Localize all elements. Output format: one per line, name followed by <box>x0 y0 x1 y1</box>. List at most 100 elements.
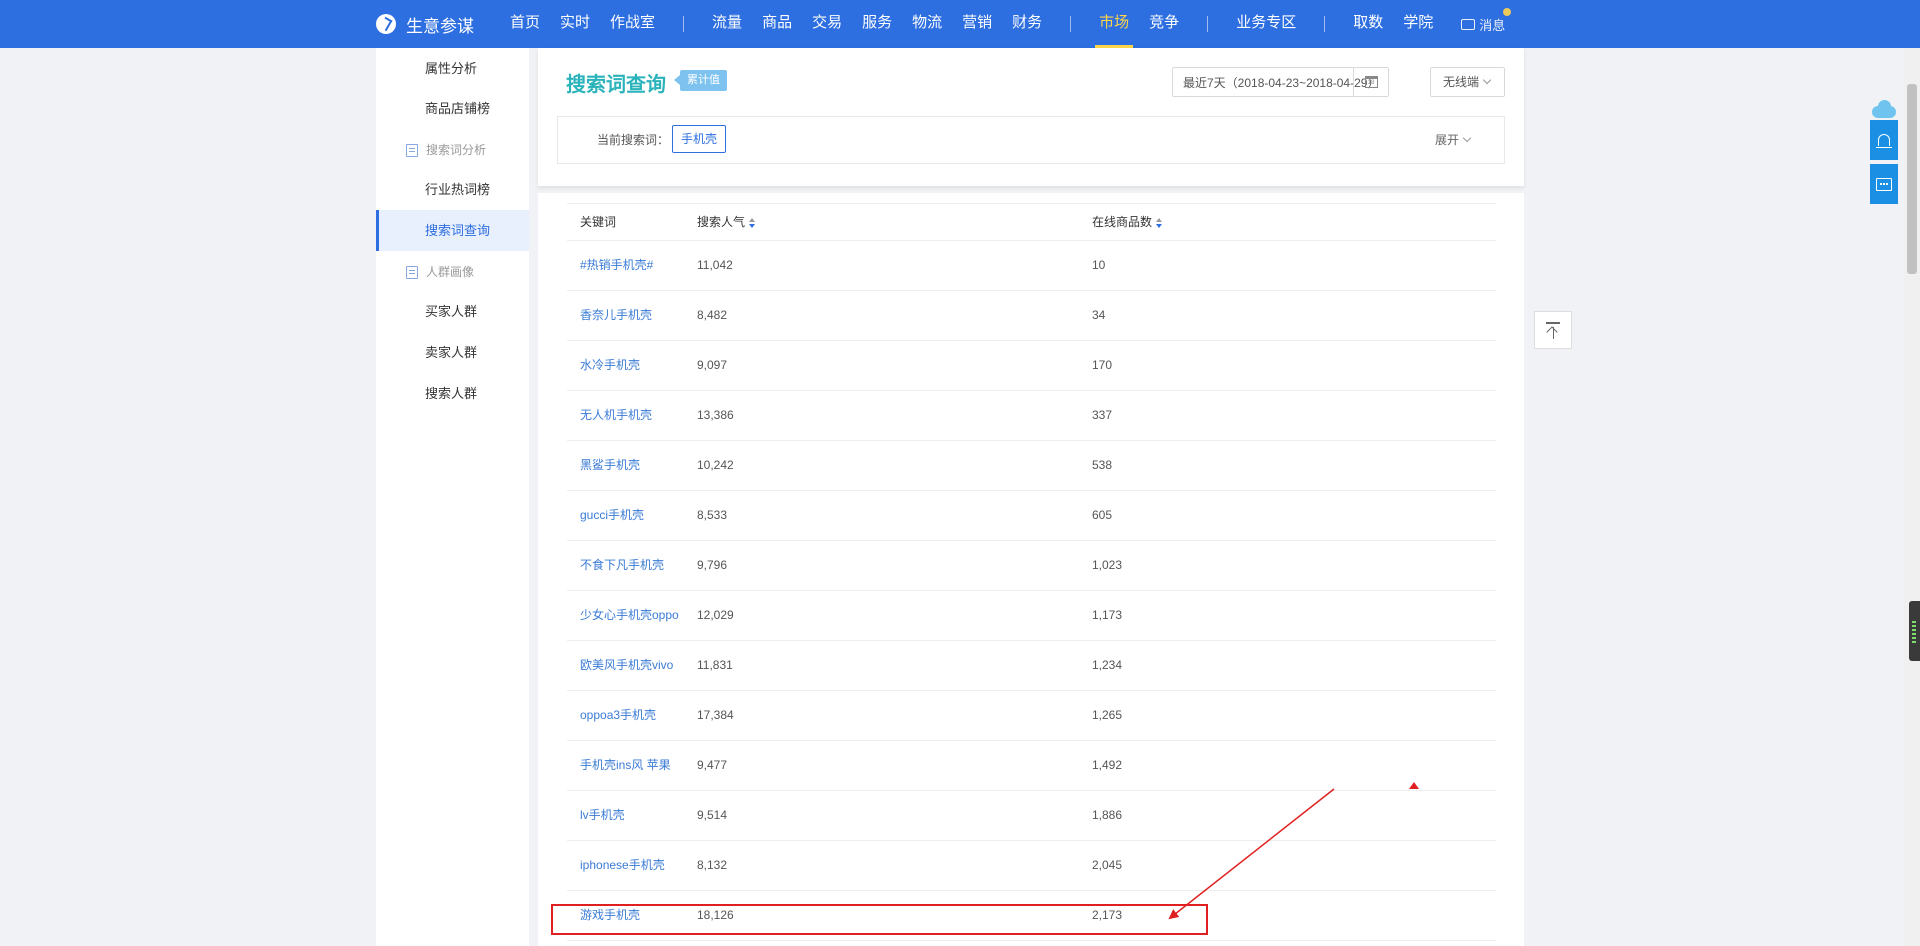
nav-separator <box>1324 16 1326 32</box>
search-popularity-value: 17,384 <box>697 708 734 722</box>
keyword-link[interactable]: 黑鲨手机壳 <box>580 441 640 490</box>
cloud-icon[interactable] <box>1870 98 1898 120</box>
column-header-search-popularity[interactable]: 搜索人气 <box>697 204 756 240</box>
highlight-box <box>551 904 1208 935</box>
column-header-keyword: 关键词 <box>580 215 617 229</box>
table-row: 水冷手机壳 9,097 170 <box>567 341 1496 391</box>
nav-item[interactable]: 财务 <box>1002 0 1052 48</box>
date-range-value: 最近7天（2018-04-23~2018-04-29） <box>1183 76 1380 90</box>
keyword-link[interactable]: 欧美风手机壳vivo <box>580 641 673 690</box>
online-products-value: 605 <box>1092 508 1113 522</box>
nav-item[interactable]: 流量 <box>702 0 752 48</box>
sidebar-item[interactable]: 买家人群 <box>376 291 529 332</box>
nav-item[interactable]: 实时 <box>550 0 600 48</box>
sort-icon[interactable] <box>1156 217 1163 228</box>
notification-button[interactable] <box>1870 120 1898 160</box>
document-icon <box>406 265 418 279</box>
table-row: lv手机壳 9,514 1,886 <box>567 791 1496 841</box>
search-popularity-value: 8,132 <box>697 858 728 872</box>
search-popularity-value: 8,482 <box>697 308 728 322</box>
nav-item[interactable]: 业务专区 <box>1226 0 1306 48</box>
nav-separator <box>1070 16 1072 32</box>
search-popularity-value: 12,029 <box>697 608 734 622</box>
table-row: iphonese手机壳 8,132 2,045 <box>567 841 1496 891</box>
online-products-value: 1,492 <box>1092 758 1123 772</box>
column-header-online-products[interactable]: 在线商品数 <box>1092 204 1163 240</box>
online-products-value: 34 <box>1092 308 1106 322</box>
online-products-value: 1,265 <box>1092 708 1123 722</box>
keyword-link[interactable]: 水冷手机壳 <box>580 341 640 390</box>
back-to-top-button[interactable] <box>1534 311 1572 349</box>
sidebar-item[interactable]: 搜索人群 <box>376 373 529 414</box>
nav-item[interactable]: 首页 <box>500 0 550 48</box>
online-products-value: 538 <box>1092 458 1113 472</box>
brand-name: 生意参谋 <box>406 16 474 36</box>
keyword-link[interactable]: iphonese手机壳 <box>580 841 665 890</box>
table-row: oppoa3手机壳 17,384 1,265 <box>567 691 1496 741</box>
sidebar-item[interactable]: 卖家人群 <box>376 332 529 373</box>
sidebar-group-label: 搜索词分析 <box>426 143 487 157</box>
search-popularity-value: 9,514 <box>697 808 728 822</box>
date-range-picker[interactable]: 最近7天（2018-04-23~2018-04-29） 18 <box>1172 67 1389 97</box>
scrollbar-thumb[interactable] <box>1907 84 1917 274</box>
table-row: #热销手机壳# 11,042 10 <box>567 241 1496 291</box>
expand-button[interactable]: 展开 <box>1435 117 1472 163</box>
search-term-tag[interactable]: 手机壳 <box>672 125 727 153</box>
document-icon <box>406 143 418 157</box>
online-products-value: 170 <box>1092 358 1113 372</box>
nav-item[interactable]: 交易 <box>802 0 852 48</box>
keyword-link[interactable]: gucci手机壳 <box>580 491 644 540</box>
nav-item[interactable]: 营销 <box>952 0 1002 48</box>
nav-item[interactable]: 商品 <box>752 0 802 48</box>
keyword-link[interactable]: 手机壳ins风 苹果 <box>580 741 671 790</box>
search-popularity-value: 13,386 <box>697 408 734 422</box>
sidebar-item[interactable]: 属性分析 <box>376 48 529 89</box>
table-row: 欧美风手机壳vivo 11,831 1,234 <box>567 641 1496 691</box>
online-products-value: 1,234 <box>1092 658 1123 672</box>
sidebar-item[interactable]: 商品店铺榜 <box>376 88 529 129</box>
bell-icon <box>1876 134 1892 148</box>
chevron-down-icon <box>1482 75 1492 85</box>
nav-item[interactable]: 取数 <box>1343 0 1393 48</box>
nav-item[interactable]: 竞争 <box>1139 0 1189 48</box>
sidebar-group-label: 人群画像 <box>426 265 475 279</box>
keyword-link[interactable]: 不食下凡手机壳 <box>580 541 664 590</box>
keyword-link[interactable]: oppoa3手机壳 <box>580 691 656 740</box>
search-popularity-value: 11,831 <box>697 658 733 672</box>
sort-icon[interactable] <box>749 217 756 228</box>
sidebar: 属性分析 商品店铺榜搜索词分析行业热词榜 搜索词查询人群画像买家人群 卖家人群 搜索人群 <box>376 48 529 946</box>
nav-item[interactable]: 学院 <box>1393 0 1443 48</box>
sidebar-item[interactable]: 行业热词榜 <box>376 169 529 210</box>
nav-item[interactable]: 市场 <box>1089 0 1139 48</box>
compass-logo-icon <box>376 14 396 34</box>
keyword-table-panel: 关键词 搜索人气 在线商品数 #热销手机壳# 11,042 10 香奈儿手机壳 8,48… <box>538 193 1524 946</box>
online-products-value: 1,023 <box>1092 558 1123 572</box>
search-term-bar: 当前搜索词： 手机壳 展开 <box>557 116 1505 164</box>
search-popularity-value: 9,477 <box>697 758 728 772</box>
table-row: 不食下凡手机壳 9,796 1,023 <box>567 541 1496 591</box>
nav-separator <box>683 16 685 32</box>
messages-link[interactable]: 消息 <box>1443 7 1512 34</box>
page-title: 搜索词查询 <box>566 74 666 96</box>
device-select[interactable]: 无线端 <box>1430 67 1505 97</box>
search-popularity-value: 8,533 <box>697 508 728 522</box>
network-monitor-widget[interactable] <box>1909 601 1920 661</box>
search-term-label: 当前搜索词： <box>597 133 670 147</box>
keyword-link[interactable]: 少女心手机壳oppo <box>580 591 679 640</box>
column-header-label: 搜索人气 <box>697 215 746 229</box>
nav-item[interactable]: 物流 <box>902 0 952 48</box>
brand[interactable]: 生意参谋 <box>376 0 474 48</box>
search-popularity-value: 9,796 <box>697 558 728 572</box>
keyword-link[interactable]: 无人机手机壳 <box>580 391 652 440</box>
search-popularity-value: 10,242 <box>697 458 734 472</box>
calendar-button[interactable]: 18 <box>1353 68 1388 96</box>
keyword-link[interactable]: 香奈儿手机壳 <box>580 291 652 340</box>
keyword-link[interactable]: lv手机壳 <box>580 791 625 840</box>
search-popularity-value: 11,042 <box>697 258 733 272</box>
feedback-button[interactable] <box>1870 164 1898 204</box>
nav-item[interactable]: 服务 <box>852 0 902 48</box>
sidebar-item[interactable]: 搜索词查询 <box>376 210 529 251</box>
nav-item[interactable]: 作战室 <box>600 0 665 48</box>
scrollbar[interactable] <box>1904 48 1920 946</box>
keyword-link[interactable]: #热销手机壳# <box>580 241 653 290</box>
